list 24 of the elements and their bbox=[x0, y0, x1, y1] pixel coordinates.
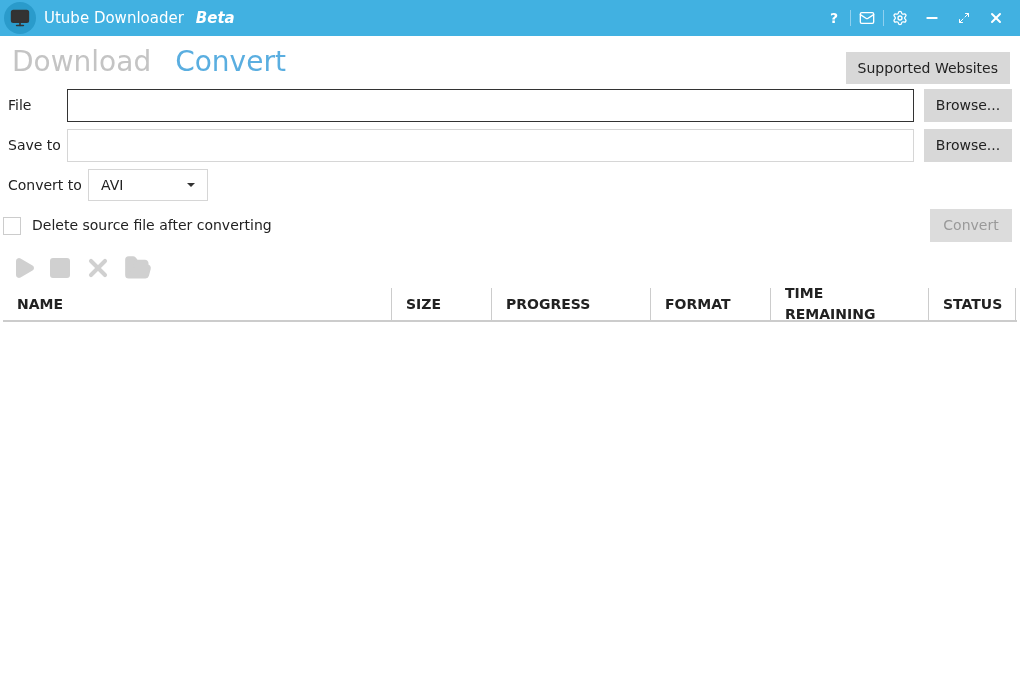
settings-icon[interactable] bbox=[892, 10, 908, 26]
path-field[interactable] bbox=[67, 89, 914, 122]
supported-websites-button[interactable]: Supported Websites bbox=[845, 52, 1010, 84]
beta-label: Beta bbox=[195, 7, 235, 29]
field-label: Save to bbox=[8, 136, 62, 155]
app-logo-icon bbox=[4, 2, 36, 34]
column-header[interactable]: TIME REMAINING bbox=[771, 288, 929, 320]
mail-icon[interactable] bbox=[859, 10, 875, 26]
column-header[interactable]: STATUS bbox=[929, 288, 1016, 320]
window-title: Utube Downloader bbox=[44, 7, 184, 29]
convert-to-label: Convert to bbox=[8, 175, 83, 195]
caret-icon bbox=[187, 183, 195, 187]
column-header[interactable]: FORMAT bbox=[651, 288, 771, 320]
maximize-icon[interactable] bbox=[958, 12, 970, 24]
browse-button[interactable]: Browse... bbox=[924, 89, 1012, 122]
column-header[interactable]: PROGRESS bbox=[492, 288, 651, 320]
checkbox[interactable] bbox=[3, 216, 21, 235]
column-header[interactable]: NAME bbox=[3, 288, 392, 320]
checkbox-label: Delete source file after converting bbox=[32, 216, 272, 235]
close-icon[interactable] bbox=[988, 10, 1004, 26]
field-label: File bbox=[8, 96, 33, 115]
format-dropdown[interactable]: AVI bbox=[88, 169, 208, 201]
browse-button[interactable]: Browse... bbox=[924, 129, 1012, 162]
column-header[interactable]: SIZE bbox=[392, 288, 492, 320]
